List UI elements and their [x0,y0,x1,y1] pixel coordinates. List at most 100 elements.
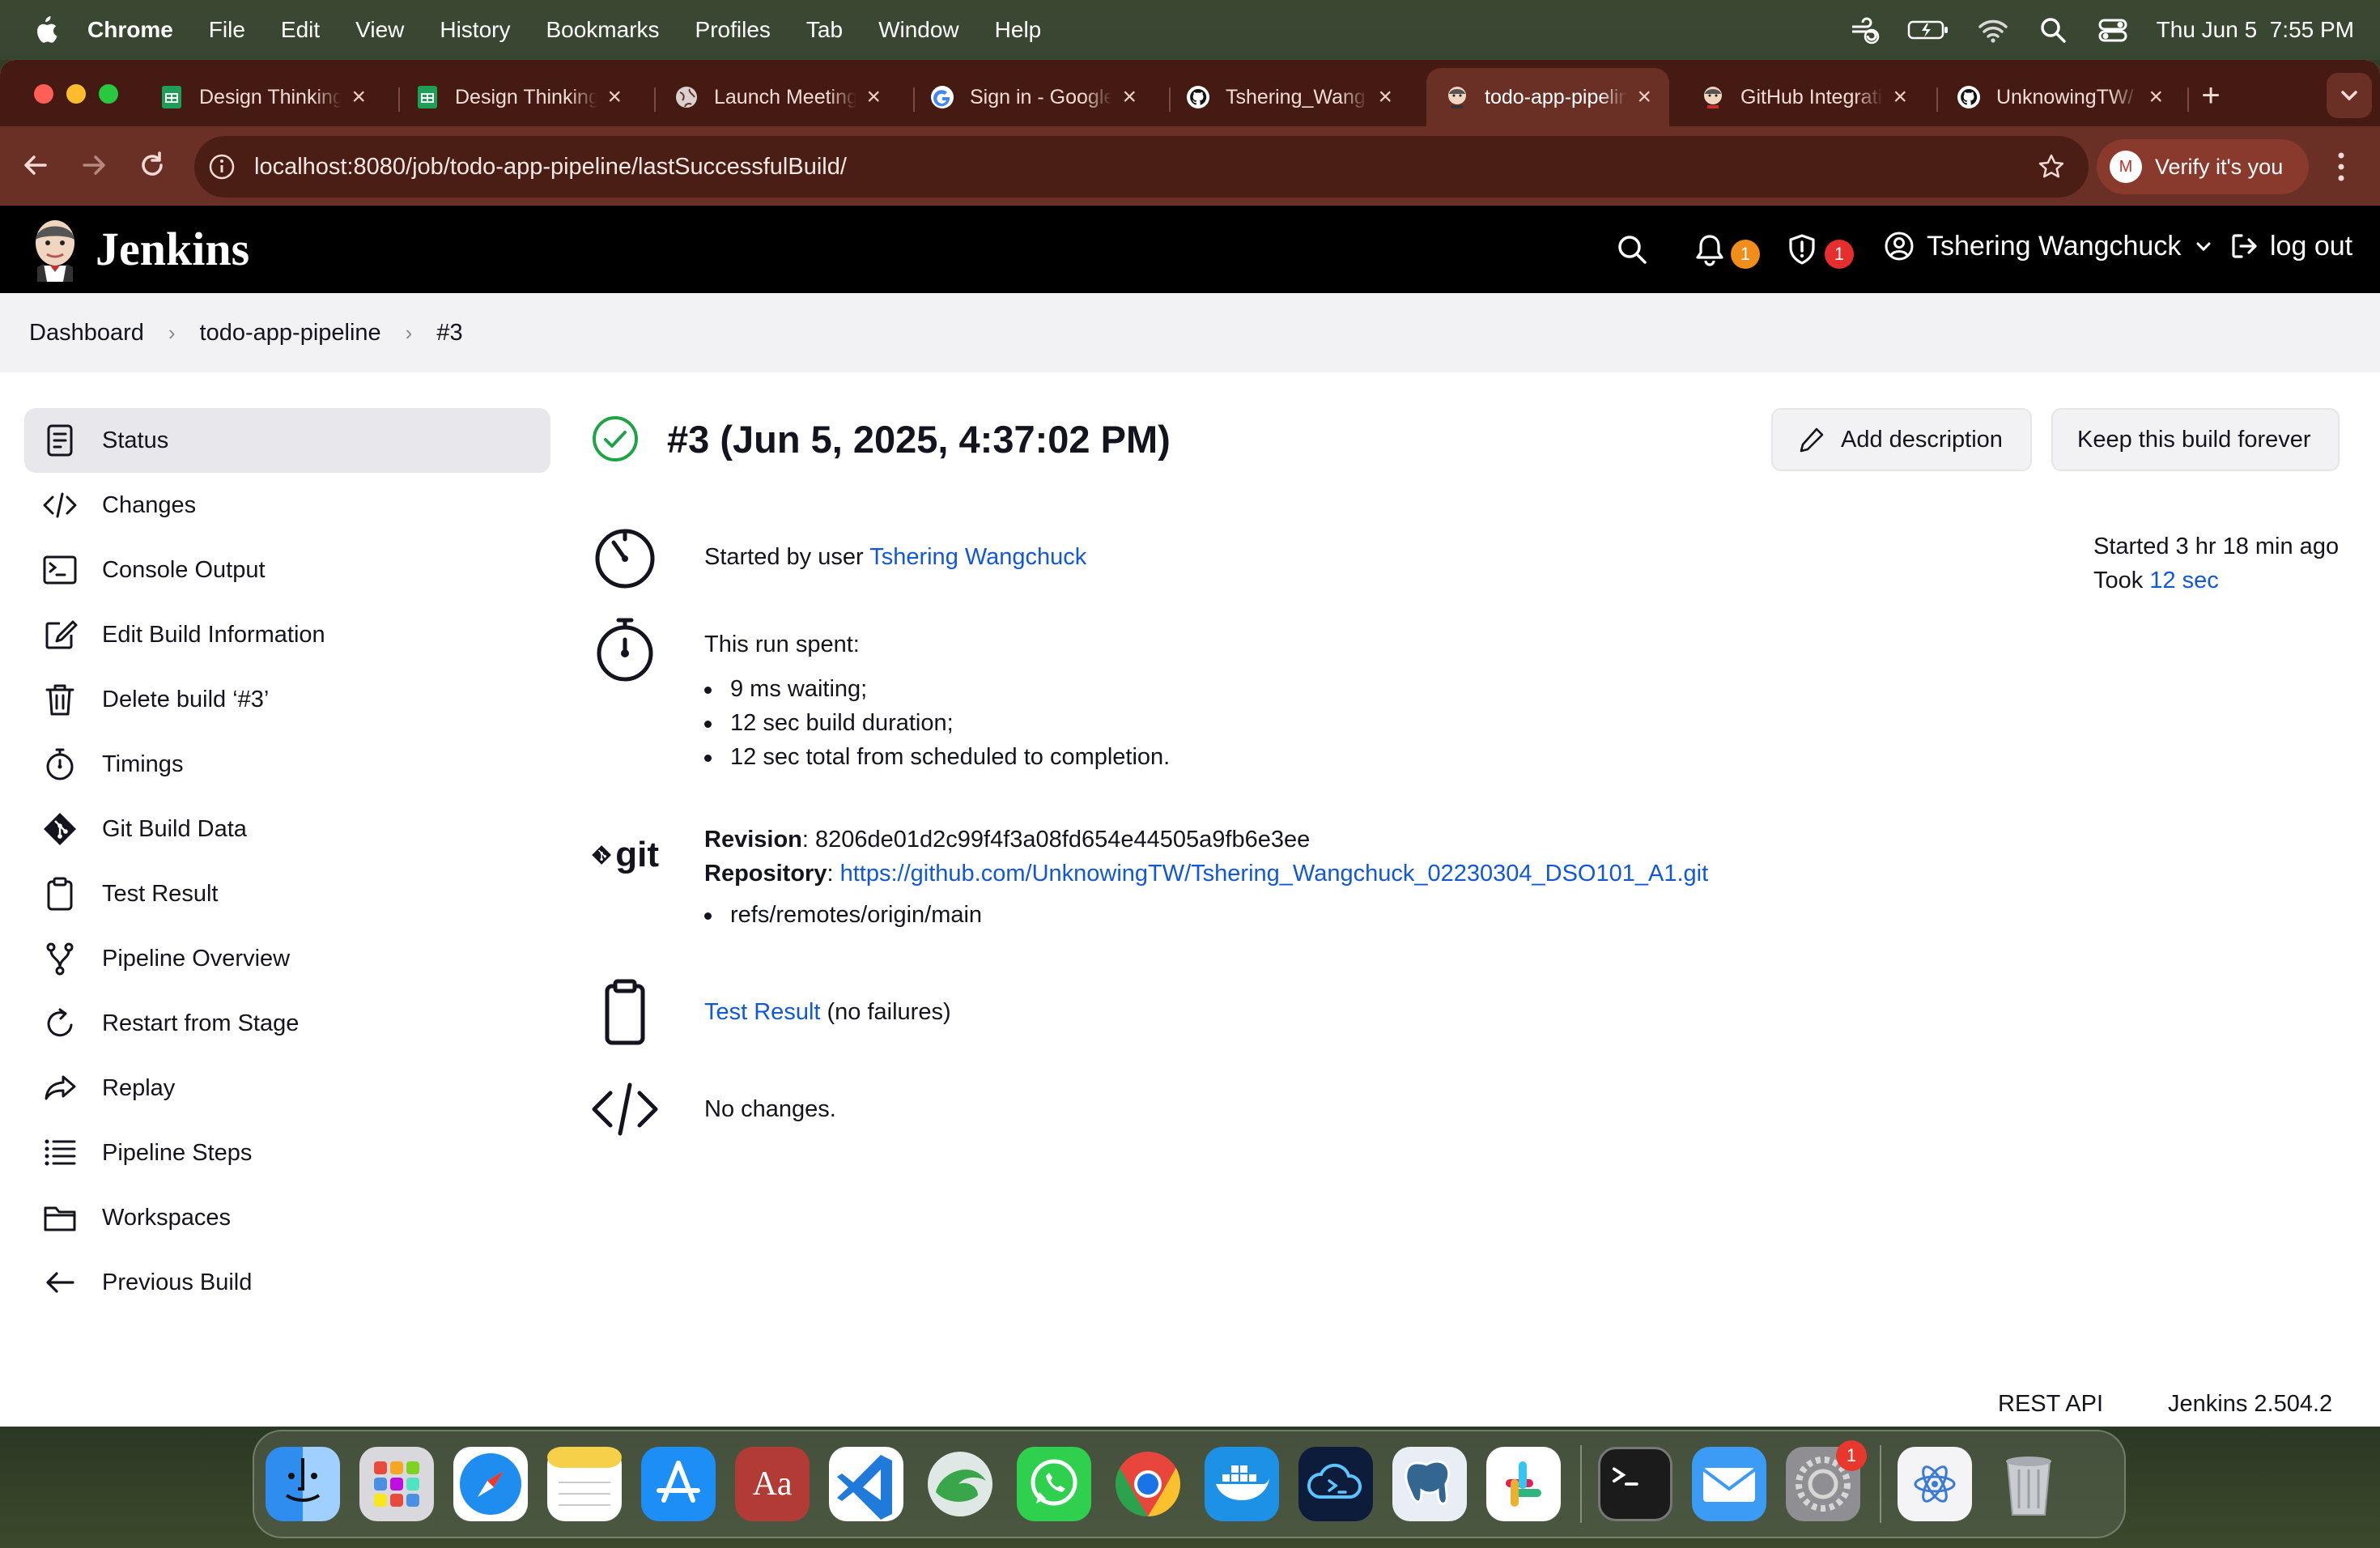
edge-like-icon[interactable] [923,1447,997,1521]
address-bar[interactable]: localhost:8080/job/todo-app-pipeline/las… [194,136,2089,198]
menu-bookmarks[interactable]: Bookmarks [546,17,659,43]
verify-identity-button[interactable]: M Verify it's you [2097,139,2309,194]
app-store-icon[interactable] [641,1447,716,1521]
tab-github-integration[interactable]: GitHub Integration× [1682,68,1925,126]
replay-icon [45,1075,76,1100]
close-tab-icon[interactable]: × [866,83,881,111]
breadcrumb-build[interactable]: #3 [436,320,462,347]
bookmark-star-icon[interactable] [2037,152,2066,181]
sidebar-item-delete-build[interactable]: Delete build ‘#3’ [24,667,550,732]
sidebar-item-previous-build[interactable]: Previous Build [24,1250,550,1315]
sidebar-item-workspaces[interactable]: Workspaces [24,1185,550,1250]
react-doc-icon[interactable] [1898,1447,1972,1521]
user-menu[interactable]: Tshering Wangchuck [1883,230,2215,262]
back-icon[interactable] [16,146,55,185]
sidebar-item-status[interactable]: Status [24,408,550,473]
sidebar-item-edit-build-information[interactable]: Edit Build Information [24,602,550,667]
wifi-icon[interactable] [1977,15,2009,45]
sidebar-item-pipeline-overview[interactable]: Pipeline Overview [24,926,550,991]
close-tab-icon[interactable]: × [1378,83,1392,111]
bell-icon[interactable] [1692,232,1728,267]
tab-launch-meeting[interactable]: Launch Meeting × [656,68,899,126]
menu-history[interactable]: History [440,17,510,43]
search-icon[interactable] [1614,232,1650,267]
finder-icon[interactable] [266,1447,340,1521]
mail-icon[interactable] [1692,1447,1766,1521]
vscode-icon[interactable] [829,1447,903,1521]
new-tab-button[interactable]: + [2191,76,2231,117]
close-window-button[interactable] [34,84,53,104]
breadcrumb-job[interactable]: todo-app-pipeline [200,320,381,347]
spotlight-search-icon[interactable] [2037,15,2069,45]
tab-search-button[interactable] [2327,73,2372,118]
jenkins-logo-icon[interactable] [29,217,81,282]
sidebar-item-changes[interactable]: Changes [24,473,550,538]
menu-help[interactable]: Help [995,17,1042,43]
close-tab-icon[interactable]: × [2148,83,2163,111]
dictionary-icon[interactable]: Aa [735,1447,810,1521]
sidebar-item-console-output[interactable]: Console Output [24,538,550,602]
logout-link[interactable]: log out [2228,230,2352,262]
close-tab-icon[interactable]: × [607,83,622,111]
sidebar-item-git-build-data[interactable]: Git Build Data [24,797,550,861]
chrome-icon[interactable] [1111,1447,1185,1521]
menu-file[interactable]: File [209,17,245,43]
battery-icon[interactable] [1907,15,1949,45]
control-center-icon[interactable] [2097,15,2129,45]
github-icon [1957,86,1980,108]
sidebar-item-timings[interactable]: Timings [24,732,550,797]
sidebar-item-replay[interactable]: Replay [24,1056,550,1121]
keep-build-forever-button[interactable]: Keep this build forever [2051,408,2340,471]
started-by-user-link[interactable]: Tshering Wangchuck [869,544,1086,570]
tab-todo-app-pipeline[interactable]: todo-app-pipeline × [1426,68,1669,126]
notes-icon[interactable] [547,1447,622,1521]
more-menu-icon[interactable] [2331,149,2351,185]
docker-icon[interactable] [1205,1447,1279,1521]
tab-unknowingtw[interactable]: UnknowingTW/× [1938,68,2181,126]
jenkins-version[interactable]: Jenkins 2.504.2 [2168,1391,2332,1418]
cloud-terminal-icon[interactable] [1298,1447,1373,1521]
sidebar-item-pipeline-steps[interactable]: Pipeline Steps [24,1121,550,1185]
clipboard-icon [47,877,73,911]
launchpad-icon[interactable] [359,1447,434,1521]
close-tab-icon[interactable]: × [351,83,366,111]
trash-icon[interactable] [1991,1447,2066,1521]
apple-icon[interactable] [31,15,58,45]
zoom-window-button[interactable] [99,84,118,104]
test-result-link[interactable]: Test Result [704,999,820,1025]
safari-icon[interactable] [453,1447,528,1521]
close-tab-icon[interactable]: × [1893,83,1907,111]
postgres-icon[interactable] [1392,1447,1467,1521]
menu-window[interactable]: Window [878,17,959,43]
menu-edit[interactable]: Edit [281,17,320,43]
reload-icon[interactable] [133,146,172,185]
site-info-icon[interactable] [207,152,236,181]
slack-icon[interactable] [1486,1447,1561,1521]
tab-design-thinking-2[interactable]: Design Thinking × [397,68,640,126]
sidebar-item-restart-from-stage[interactable]: Restart from Stage [24,991,550,1056]
sidebar-item-test-result[interactable]: Test Result [24,861,550,926]
breadcrumb-dashboard[interactable]: Dashboard [29,320,144,347]
repository-link[interactable]: https://github.com/UnknowingTW/Tshering_… [840,861,1709,887]
minimize-window-button[interactable] [66,84,86,104]
whatsapp-icon[interactable] [1017,1447,1091,1521]
terminal-icon[interactable] [1598,1447,1672,1521]
took-duration-link[interactable]: 12 sec [2149,568,2218,593]
close-tab-icon[interactable]: × [1122,83,1137,111]
settings-icon[interactable]: 1 [1786,1440,1867,1521]
add-description-button[interactable]: Add description [1771,408,2032,471]
jenkins-brand[interactable]: Jenkins [96,222,249,276]
close-tab-icon[interactable]: × [1637,83,1651,111]
menu-view[interactable]: View [355,17,404,43]
wind-status-icon[interactable] [1847,15,1880,45]
menubar-clock[interactable]: Thu Jun 5 7:55 PM [2157,17,2354,43]
tab-google-sign-in[interactable]: Sign in - Google × [912,68,1154,126]
menu-app-name[interactable]: Chrome [87,17,173,43]
rest-api-link[interactable]: REST API [1998,1391,2103,1418]
forward-icon[interactable] [74,146,113,185]
menu-profiles[interactable]: Profiles [695,17,771,43]
tab-design-thinking-1[interactable]: Design Thinking × [141,68,384,126]
security-shield-icon[interactable] [1784,232,1820,267]
tab-github-repo[interactable]: Tshering_Wang × [1167,68,1410,126]
menu-tab[interactable]: Tab [806,17,843,43]
